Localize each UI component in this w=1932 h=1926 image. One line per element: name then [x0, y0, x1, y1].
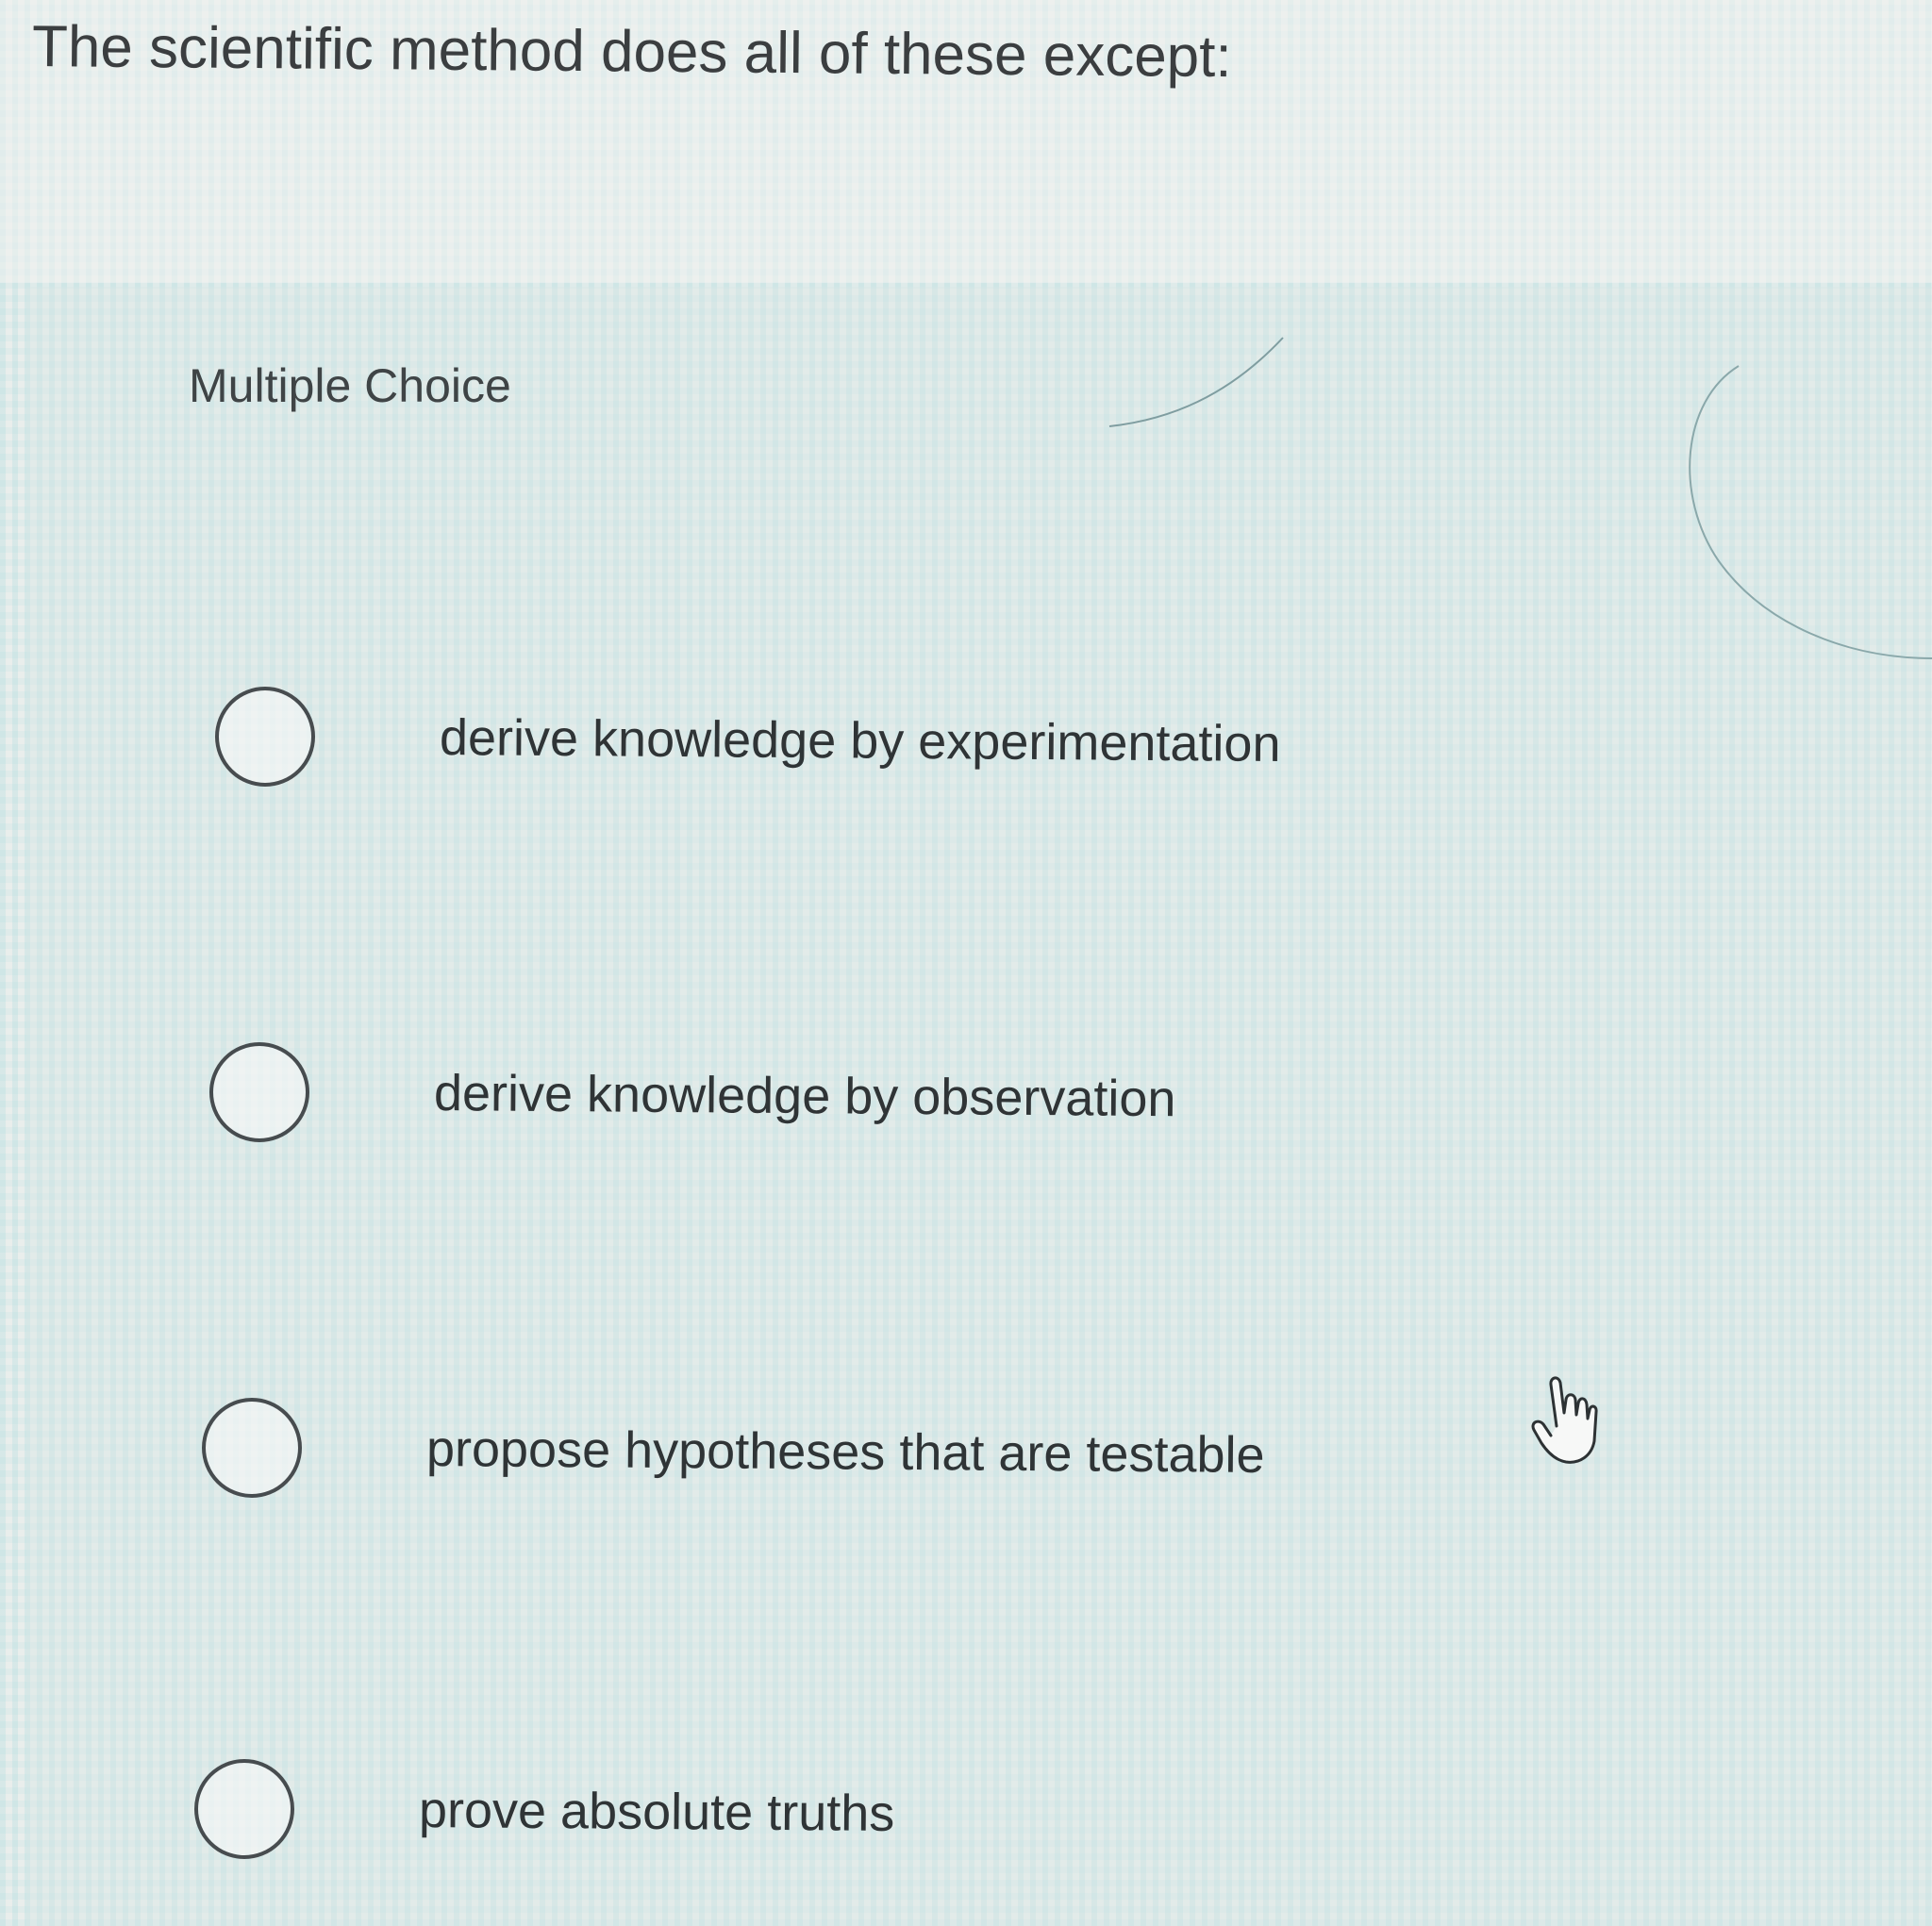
answer-option-label: propose hypotheses that are testable: [425, 1420, 1265, 1484]
radio-button[interactable]: [202, 1398, 302, 1498]
answer-option-label: derive knowledge by observation: [433, 1065, 1176, 1128]
answer-option-label: prove absolute truths: [418, 1782, 895, 1842]
answer-option-2[interactable]: derive knowledge by observation: [209, 1042, 1530, 1165]
answer-option-1[interactable]: derive knowledge by experimentation: [215, 687, 1536, 809]
answer-option-4[interactable]: prove absolute truths: [194, 1759, 1515, 1882]
question-area: The scientific method does all of these …: [0, 0, 1932, 283]
pointer-hand-icon: [1531, 1376, 1598, 1464]
question-text: The scientific method does all of these …: [31, 14, 1232, 91]
radio-button[interactable]: [209, 1042, 309, 1142]
answer-option-3[interactable]: propose hypotheses that are testable: [202, 1398, 1523, 1520]
radio-button[interactable]: [194, 1759, 294, 1859]
radio-button[interactable]: [215, 687, 315, 787]
answer-option-label: derive knowledge by experimentation: [439, 709, 1281, 773]
question-type-label: Multiple Choice: [189, 359, 511, 412]
